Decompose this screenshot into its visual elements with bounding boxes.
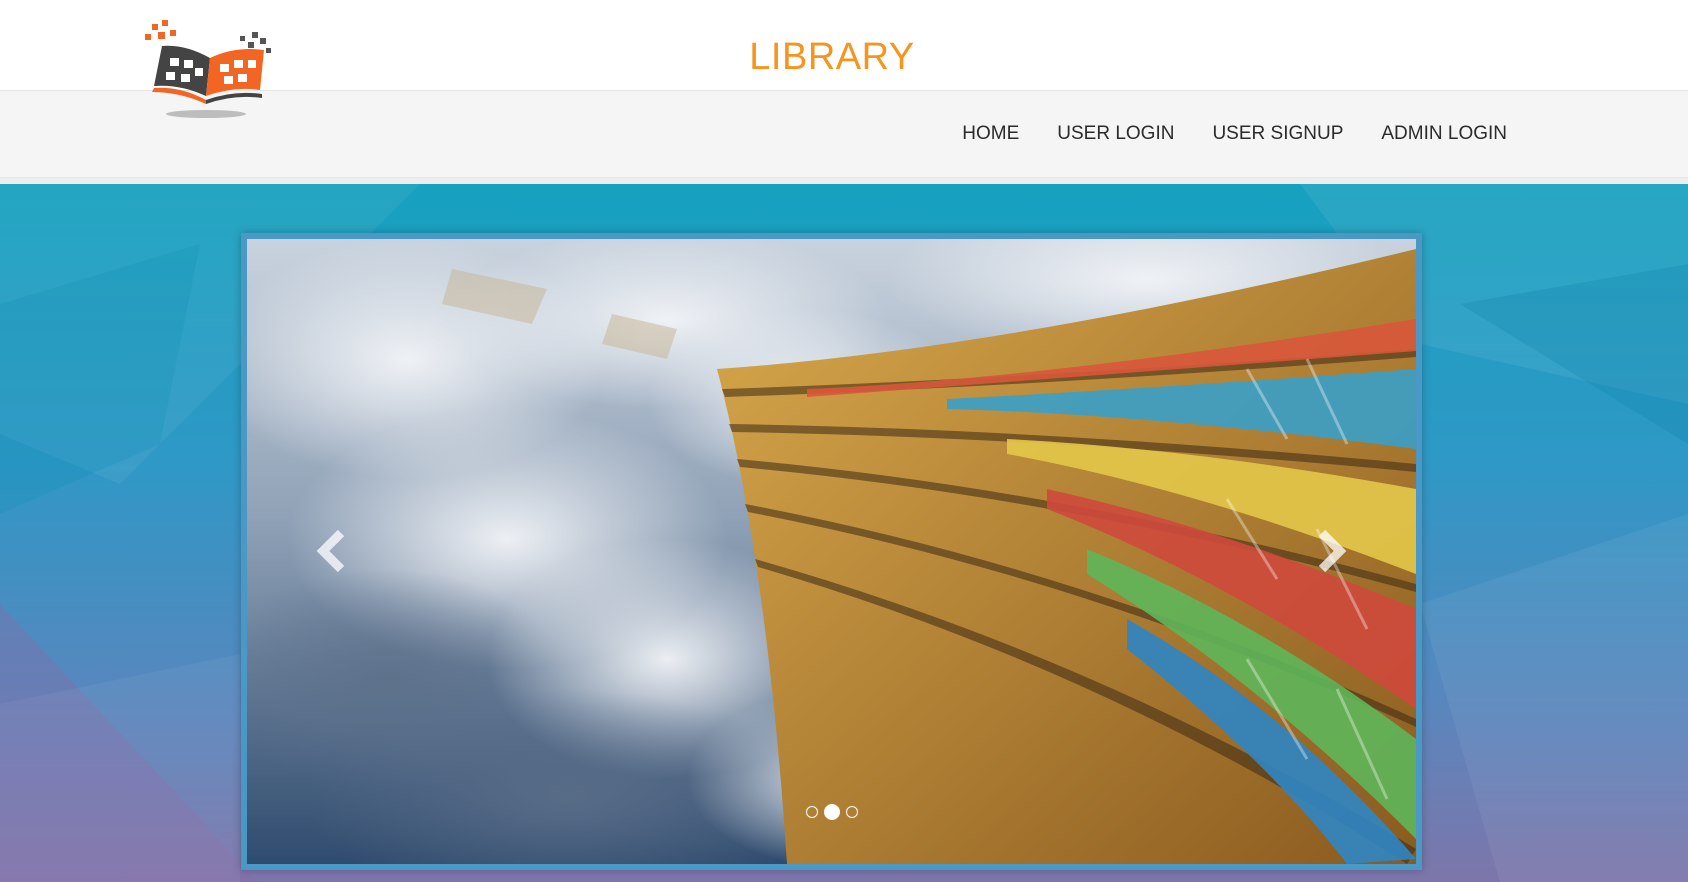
nav-admin-login[interactable]: ADMIN LOGIN <box>1362 123 1526 145</box>
site-title: LIBRARY <box>749 36 915 78</box>
carousel-slide-image <box>247 239 1416 864</box>
chevron-left-icon <box>316 529 345 573</box>
carousel-indicators <box>247 804 1416 820</box>
main-nav: HOME USER LOGIN USER SIGNUP ADMIN LOGIN <box>943 90 1526 178</box>
nav-user-signup[interactable]: USER SIGNUP <box>1193 123 1362 145</box>
chevron-right-icon <box>1318 529 1347 573</box>
carousel-indicator-3[interactable] <box>845 806 858 818</box>
image-carousel[interactable] <box>241 233 1422 870</box>
carousel-next-button[interactable] <box>1310 529 1350 573</box>
carousel-prev-button[interactable] <box>313 529 353 573</box>
carousel-indicator-2[interactable] <box>823 804 840 820</box>
carousel-indicator-1[interactable] <box>805 806 818 818</box>
nav-user-login[interactable]: USER LOGIN <box>1038 123 1193 145</box>
nav-home[interactable]: HOME <box>943 123 1038 145</box>
